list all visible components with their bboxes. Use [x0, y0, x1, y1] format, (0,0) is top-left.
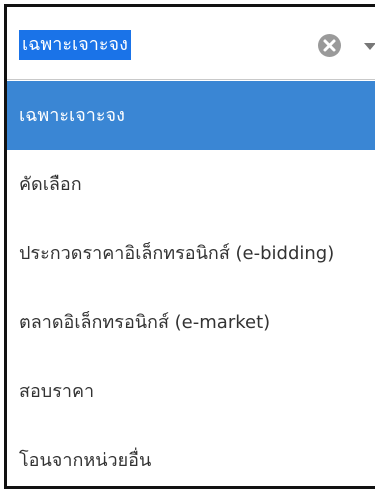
- option-e-bidding[interactable]: ประกวดราคาอิเล็กทรอนิกส์ (e-bidding): [7, 219, 375, 288]
- caret-down-icon[interactable]: [364, 43, 375, 50]
- option-transfer[interactable]: โอนจากหน่วยอื่น: [7, 426, 375, 486]
- select-box[interactable]: เฉพาะเจาะจง: [7, 7, 375, 80]
- options-list: เฉพาะเจาะจง คัดเลือก ประกวดราคาอิเล็กทรอ…: [7, 81, 375, 486]
- selected-value[interactable]: เฉพาะเจาะจง: [19, 30, 131, 60]
- option-e-market[interactable]: ตลาดอิเล็กทรอนิกส์ (e-market): [7, 288, 375, 357]
- option-specific[interactable]: เฉพาะเจาะจง: [7, 81, 375, 150]
- option-selection[interactable]: คัดเลือก: [7, 150, 375, 219]
- option-price-inquiry[interactable]: สอบราคา: [7, 357, 375, 426]
- clear-icon[interactable]: [318, 34, 341, 57]
- dropdown-frame: เฉพาะเจาะจง เฉพาะเจาะจง คัดเลือก ประกวดร…: [4, 4, 375, 489]
